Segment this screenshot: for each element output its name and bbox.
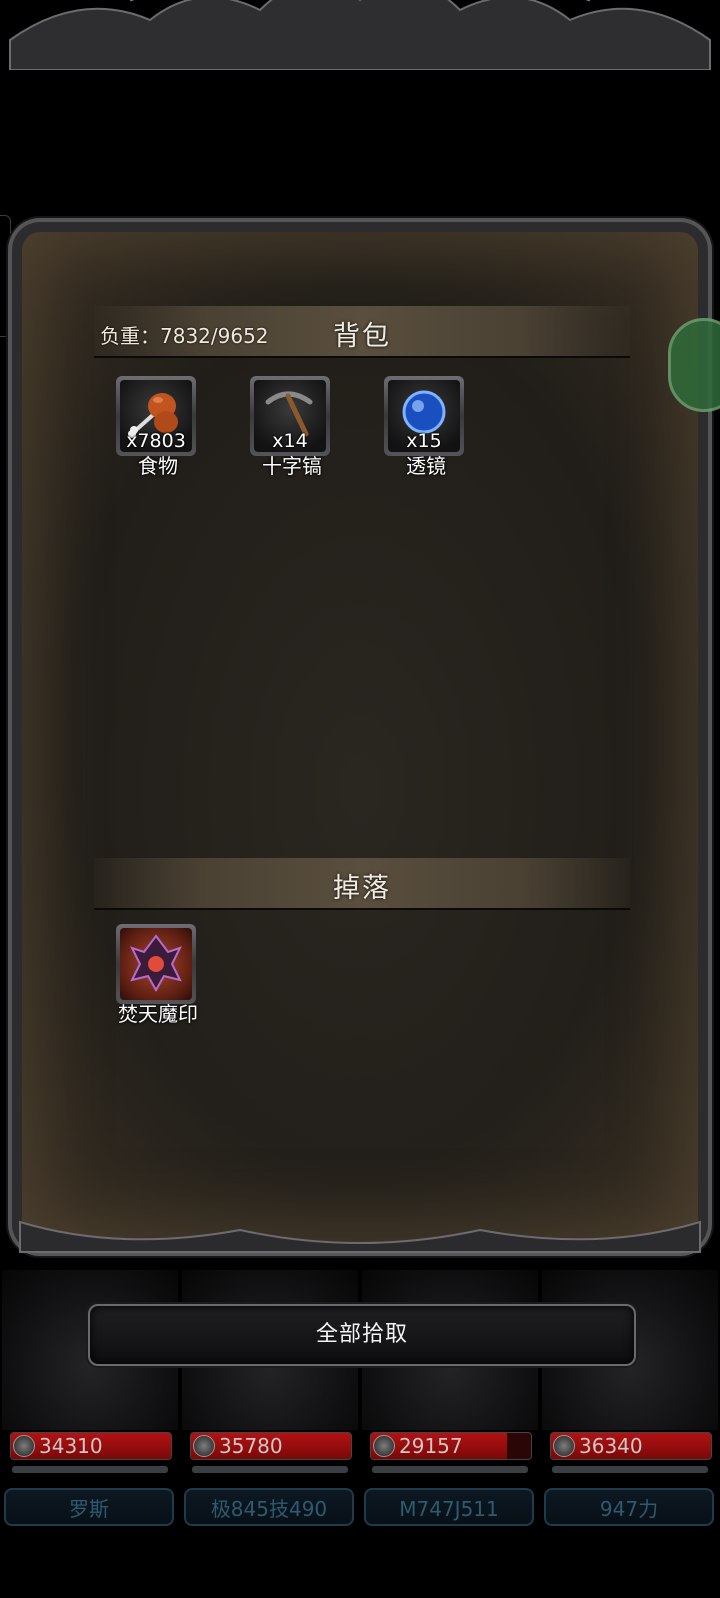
backpack-item-lens[interactable]: x15 透镜	[384, 376, 468, 479]
item-slot	[116, 924, 196, 1004]
left-edge-tab[interactable]	[0, 215, 11, 337]
item-slot: x7803	[116, 376, 196, 456]
hp-value: 36340	[579, 1434, 643, 1458]
demon-seal-icon	[130, 934, 182, 993]
hero-name: 947力	[544, 1488, 714, 1526]
panel-crest-ornament	[9, 0, 711, 70]
mp-bar	[372, 1466, 528, 1473]
hp-value: 34310	[39, 1434, 103, 1458]
drop-item-demon-seal[interactable]: 焚天魔印	[116, 924, 200, 1027]
backpack-item-pickaxe[interactable]: x14 十字镐	[250, 376, 334, 479]
hp-bar: 29157	[370, 1432, 532, 1460]
weight-label: 负重：7832/9652	[100, 324, 269, 348]
hp-orb-icon	[553, 1435, 575, 1457]
hp-bar: 36340	[550, 1432, 712, 1460]
hero-name: 罗斯	[4, 1488, 174, 1526]
hp-bar: 34310	[10, 1432, 172, 1460]
mp-bar	[552, 1466, 708, 1473]
item-slot: x15	[384, 376, 464, 456]
hp-orb-icon	[193, 1435, 215, 1457]
hp-value: 35780	[219, 1434, 283, 1458]
backpack-item-food[interactable]: x7803 食物	[116, 376, 200, 479]
drops-title: 掉落	[333, 873, 391, 904]
drops-header: 掉落	[94, 858, 630, 910]
hp-bar: 35780	[190, 1432, 352, 1460]
item-count: x14	[272, 430, 308, 452]
mp-bar	[12, 1466, 168, 1473]
mp-bar	[192, 1466, 348, 1473]
hp-orb-icon	[13, 1435, 35, 1457]
hero-name: 极845技490	[184, 1488, 354, 1526]
panel-bottom-ornament	[19, 1220, 701, 1253]
item-count: x7803	[126, 430, 186, 452]
side-floating-widget[interactable]	[668, 318, 720, 412]
hp-orb-icon	[373, 1435, 395, 1457]
item-count: x15	[406, 430, 442, 452]
pickup-all-button[interactable]: 全部拾取	[88, 1304, 636, 1366]
hp-value: 29157	[399, 1434, 463, 1458]
item-slot: x14	[250, 376, 330, 456]
hero-name: M747J511	[364, 1488, 534, 1526]
inventory-panel: 背包 负重：7832/9652 x7803 食物 x14 十字镐 x15 透镜 …	[22, 232, 698, 1242]
